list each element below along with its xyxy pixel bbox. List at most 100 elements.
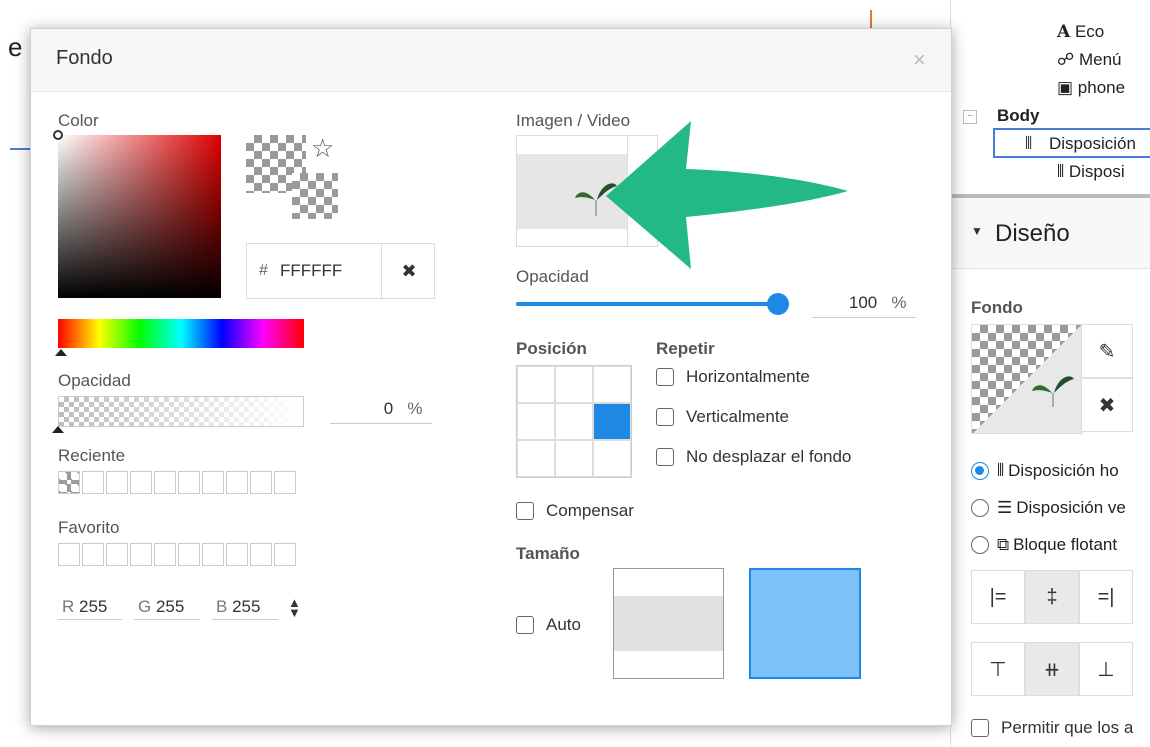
size-fit-preview	[614, 596, 723, 651]
repeat-label: Repetir	[656, 339, 715, 358]
favorite-swatch[interactable]	[178, 543, 200, 566]
recent-swatch[interactable]	[154, 471, 176, 494]
tree-item-menu[interactable]: ☍ Menú	[1057, 50, 1121, 70]
position-cell[interactable]	[593, 366, 631, 403]
align-bottom-button[interactable]: ⊥	[1079, 642, 1133, 696]
r-value: 255	[79, 597, 108, 616]
recent-swatch[interactable]	[106, 471, 128, 494]
hex-input[interactable]: FFFFFF	[280, 261, 342, 281]
favorite-swatch[interactable]	[274, 543, 296, 566]
recent-swatches	[58, 471, 298, 494]
repeat-horizontal-checkbox[interactable]	[656, 368, 674, 386]
recent-swatch[interactable]	[82, 471, 104, 494]
position-cell-selected[interactable]	[593, 403, 631, 440]
color-picker-area[interactable]	[53, 130, 221, 298]
design-section-header[interactable]: ▼ Diseño	[951, 198, 1150, 269]
color-opacity-handle[interactable]	[52, 426, 64, 433]
favorite-swatch[interactable]	[106, 543, 128, 566]
align-middle-button[interactable]: ⧺	[1025, 642, 1079, 696]
b-label: B	[216, 597, 228, 616]
opacity-gradient	[59, 397, 303, 426]
radio-horizontal[interactable]	[971, 461, 989, 480]
compensate-label: Compensar	[546, 501, 634, 520]
recent-swatch[interactable]	[202, 471, 224, 494]
color-opacity-slider[interactable]	[58, 396, 304, 427]
position-cell[interactable]	[517, 403, 555, 440]
recent-swatch[interactable]	[274, 471, 296, 494]
radio-vertical[interactable]	[971, 498, 989, 517]
align-right-button[interactable]: =|	[1079, 570, 1133, 624]
tree-item-body[interactable]: Body	[997, 106, 1040, 126]
opacity-unit: %	[407, 399, 423, 418]
opacity-number: 100	[848, 293, 878, 312]
radio-float[interactable]	[971, 535, 989, 554]
favorite-swatch[interactable]	[250, 543, 272, 566]
color-picker-handle[interactable]	[53, 130, 63, 140]
position-cell[interactable]	[593, 440, 631, 477]
tree-item-child[interactable]: ⫴ Disposi	[1057, 162, 1125, 182]
image-opacity-track[interactable]	[516, 293, 789, 315]
r-input[interactable]: R 255	[58, 595, 122, 620]
repeat-vertical-option[interactable]: Verticalmente	[656, 407, 789, 427]
g-input[interactable]: G 255	[134, 595, 200, 620]
position-cell[interactable]	[517, 366, 555, 403]
position-cell[interactable]	[555, 403, 593, 440]
favorite-swatch[interactable]	[130, 543, 152, 566]
auto-size-label: Auto	[546, 615, 581, 634]
collapse-icon[interactable]: −	[963, 110, 977, 124]
tree-item-selected[interactable]: ⫴ Disposición	[993, 128, 1150, 158]
color-opacity-value[interactable]: 0 %	[330, 399, 432, 424]
popover-pointer	[951, 362, 965, 390]
size-cover-option[interactable]	[749, 568, 861, 679]
star-icon[interactable]: ☆	[311, 135, 334, 161]
recent-swatch[interactable]	[58, 471, 80, 494]
layout-option-float[interactable]: ⧉ Bloque flotant	[971, 526, 1126, 563]
allow-option[interactable]: Permitir que los a	[971, 718, 1133, 738]
allow-checkbox[interactable]	[971, 719, 989, 737]
fixed-background-checkbox[interactable]	[656, 448, 674, 466]
repeat-vertical-checkbox[interactable]	[656, 408, 674, 426]
align-left-button[interactable]: |=	[971, 570, 1025, 624]
sort-arrows-icon[interactable]: ▲ ▼	[288, 596, 301, 619]
size-fit-option[interactable]	[613, 568, 724, 679]
favorite-swatch[interactable]	[154, 543, 176, 566]
columns-icon: ⫴	[1057, 162, 1065, 181]
b-value: 255	[232, 597, 261, 616]
compensate-checkbox[interactable]	[516, 502, 534, 520]
tree-item-phone[interactable]: ▣ phone	[1057, 78, 1125, 98]
image-opacity-fill	[516, 302, 778, 306]
repeat-horizontal-option[interactable]: Horizontalmente	[656, 367, 810, 387]
image-opacity-value[interactable]: 100 %	[812, 293, 916, 318]
auto-size-option[interactable]: Auto	[516, 615, 581, 635]
background-preview[interactable]	[971, 324, 1083, 434]
favorite-swatch[interactable]	[82, 543, 104, 566]
favorite-swatch[interactable]	[226, 543, 248, 566]
recent-swatch[interactable]	[226, 471, 248, 494]
fixed-background-option[interactable]: No desplazar el fondo	[656, 447, 851, 467]
hue-slider-handle[interactable]	[55, 349, 67, 356]
layout-option-label: Bloque flotant	[1013, 534, 1118, 554]
layout-option-horizontal[interactable]: ⫴ Disposición ho	[971, 452, 1126, 489]
align-top-button[interactable]: ⊤	[971, 642, 1025, 696]
tree-item-eco[interactable]: A Eco	[1057, 22, 1104, 42]
compensate-option[interactable]: Compensar	[516, 501, 634, 521]
align-center-button[interactable]: ‡	[1025, 570, 1079, 624]
position-cell[interactable]	[555, 366, 593, 403]
recent-swatch[interactable]	[130, 471, 152, 494]
remove-background-button[interactable]: ✖	[1081, 378, 1133, 432]
hue-slider[interactable]	[58, 319, 304, 348]
recent-swatch[interactable]	[178, 471, 200, 494]
position-cell[interactable]	[517, 440, 555, 477]
favorite-swatch[interactable]	[202, 543, 224, 566]
edit-background-button[interactable]: ✎	[1081, 324, 1133, 378]
recent-swatch[interactable]	[250, 471, 272, 494]
clear-color-button[interactable]: ✖	[381, 244, 436, 298]
layout-option-vertical[interactable]: ☰ Disposición ve	[971, 489, 1126, 526]
favorite-swatch[interactable]	[58, 543, 80, 566]
position-cell[interactable]	[555, 440, 593, 477]
auto-size-checkbox[interactable]	[516, 616, 534, 634]
close-dialog-button[interactable]: ×	[913, 47, 926, 73]
page-line	[10, 148, 30, 150]
image-opacity-knob[interactable]	[767, 293, 789, 315]
b-input[interactable]: B 255	[212, 595, 278, 620]
